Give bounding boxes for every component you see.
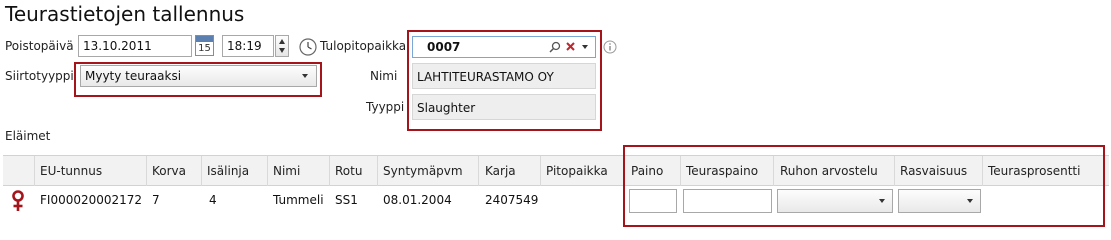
cell-korva: 7 — [152, 193, 160, 207]
column-header-korva[interactable]: Korva — [152, 158, 186, 184]
ruhon-arvostelu-select[interactable] — [777, 189, 893, 213]
cell-nimi: Tummeli — [273, 193, 324, 207]
column-header-isalinja[interactable]: Isälinja — [207, 158, 249, 184]
spin-up-icon[interactable] — [279, 39, 285, 44]
nimi-label: Nimi — [370, 69, 398, 83]
cell-isalinja: 4 — [209, 193, 217, 207]
time-spinner[interactable] — [275, 35, 289, 57]
female-icon — [12, 190, 24, 211]
column-divider — [201, 156, 202, 186]
column-divider — [377, 156, 378, 186]
dropdown-arrow-icon[interactable] — [967, 199, 973, 203]
column-header-pitopaikka[interactable]: Pitopaikka — [546, 158, 608, 184]
dropdown-arrow-icon[interactable] — [879, 199, 885, 203]
column-header-eu-tunnus[interactable]: EU-tunnus — [40, 158, 102, 184]
column-header-rotu[interactable]: Rotu — [335, 158, 362, 184]
poistopaiva-date-field[interactable]: 13.10.2011 — [78, 35, 192, 57]
siirtotyyppi-label: Siirtotyyppi — [5, 69, 74, 83]
poistopaiva-label: Poistopäivä — [5, 39, 74, 53]
column-header-nimi[interactable]: Nimi — [273, 158, 300, 184]
column-divider — [146, 156, 147, 186]
info-icon[interactable] — [603, 40, 617, 54]
teuraspaino-input[interactable] — [683, 189, 772, 213]
siirtotyyppi-value: Myyty teuraaksi — [85, 69, 182, 83]
rasvaisuus-select[interactable] — [898, 189, 981, 213]
search-icon[interactable] — [549, 41, 561, 53]
calendar-day-label: 15 — [198, 43, 211, 54]
dropdown-arrow-icon[interactable] — [582, 45, 588, 49]
tulopitopaikka-value: 0007 — [427, 40, 461, 54]
cell-karja: 2407549 — [485, 193, 539, 207]
column-divider — [267, 156, 268, 186]
column-divider — [329, 156, 330, 186]
dropdown-arrow-icon[interactable] — [302, 74, 308, 78]
clear-icon[interactable] — [566, 42, 575, 51]
calendar-icon[interactable]: 15 — [195, 35, 214, 56]
column-header-syntymapvm[interactable]: Syntymäpvm — [383, 158, 463, 184]
time-field[interactable]: 18:19 — [222, 35, 274, 57]
column-divider — [540, 156, 541, 186]
cell-eu-tunnus: FI000020002172 — [40, 193, 143, 207]
animals-section-label: Eläimet — [5, 129, 51, 143]
tulopitopaikka-label: Tulopitopaikka — [320, 39, 407, 53]
clock-icon[interactable] — [298, 37, 318, 57]
column-divider — [34, 156, 35, 186]
cell-syntymapvm: 08.01.2004 — [383, 193, 452, 207]
siirtotyyppi-select[interactable]: Myyty teuraaksi — [80, 65, 317, 87]
tyyppi-label: Tyyppi — [366, 100, 405, 114]
tyyppi-value: Slaughter — [412, 94, 596, 120]
paino-input[interactable] — [629, 189, 677, 213]
column-header-karja[interactable]: Karja — [485, 158, 516, 184]
tulopitopaikka-combobox[interactable]: 0007 — [412, 36, 596, 58]
column-divider — [478, 156, 479, 186]
nimi-value: LAHTITEURASTAMO OY — [412, 63, 596, 89]
page-title: Teurastietojen tallennus — [5, 2, 245, 26]
cell-rotu: SS1 — [335, 193, 358, 207]
slaughter-data-highlight — [623, 145, 1105, 227]
spin-down-icon[interactable] — [279, 48, 285, 53]
